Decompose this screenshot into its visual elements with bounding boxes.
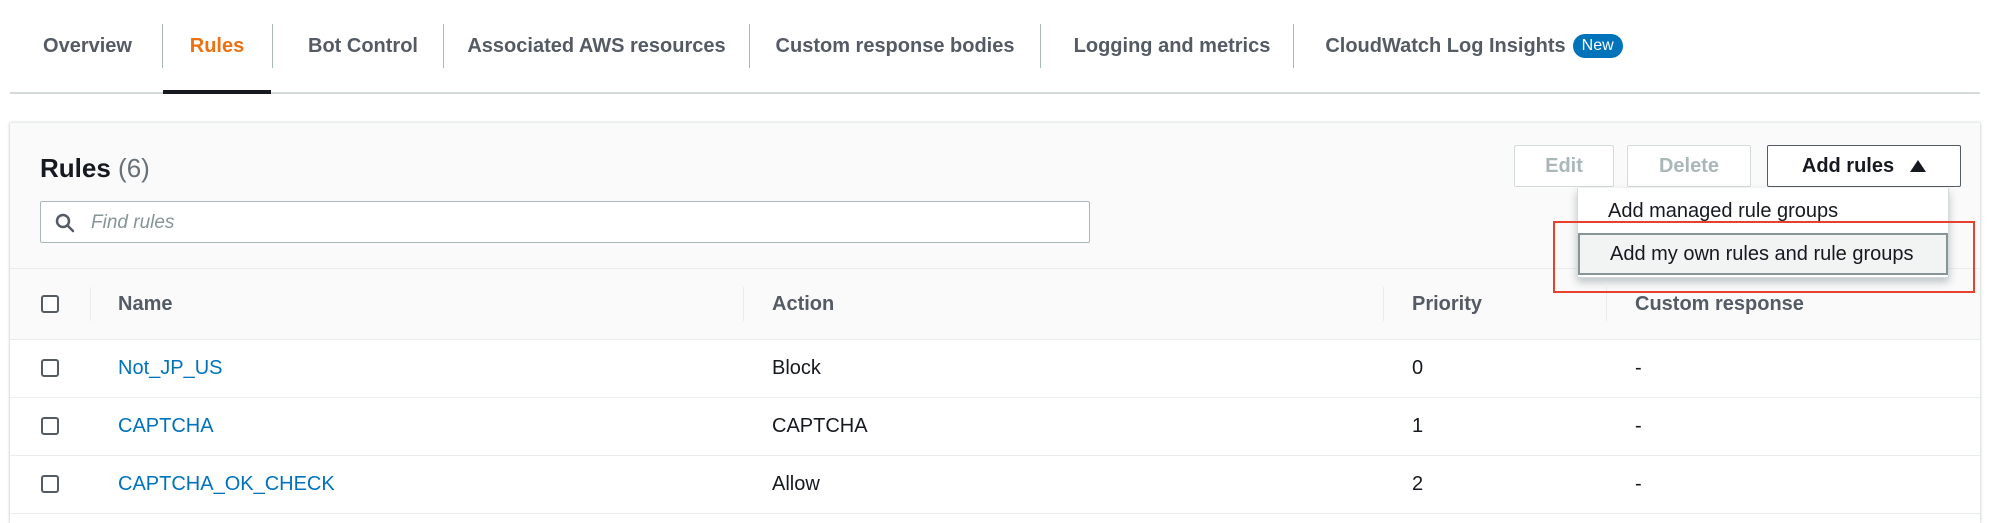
rule-priority: 1 xyxy=(1412,415,1424,437)
table-row: CAPTCHA CAPTCHA 1 - xyxy=(10,398,1980,456)
table-row: Not_JP_US Block 0 - xyxy=(10,340,1980,398)
add-rules-dropdown-menu: Add managed rule groups Add my own rules… xyxy=(1577,188,1949,278)
rules-title-text: Rules xyxy=(40,153,111,183)
tab-overview[interactable]: Overview xyxy=(10,0,165,92)
tab-label: Rules xyxy=(189,34,245,57)
tab-logging-and-metrics[interactable]: Logging and metrics xyxy=(1041,0,1303,92)
tab-rules[interactable]: Rules xyxy=(163,0,271,94)
tab-bot-control[interactable]: Bot Control xyxy=(273,0,453,92)
rule-name-link[interactable]: Not_JP_US xyxy=(118,340,223,397)
row-checkbox[interactable] xyxy=(41,359,59,377)
rule-action: CAPTCHA xyxy=(772,415,868,437)
tab-label: Overview xyxy=(43,34,132,57)
add-rules-button-label: Add rules xyxy=(1801,154,1895,177)
menu-item-add-my-own-rules-and-rule-groups[interactable]: Add my own rules and rule groups xyxy=(1578,233,1948,275)
rule-custom-response: - xyxy=(1635,473,1642,495)
rules-count: (6) xyxy=(118,153,150,183)
column-divider xyxy=(1383,287,1384,321)
tab-label: Custom response bodies xyxy=(775,34,1015,57)
tab-label: Bot Control xyxy=(308,34,418,57)
column-divider xyxy=(743,287,744,321)
tab-label: Logging and metrics xyxy=(1073,34,1271,57)
menu-item-label: Add my own rules and rule groups xyxy=(1610,242,1914,265)
rule-priority: 0 xyxy=(1412,357,1424,379)
delete-button[interactable]: Delete xyxy=(1627,145,1751,187)
column-header-custom-response[interactable]: Custom response xyxy=(1635,269,1804,339)
rule-action: Allow xyxy=(772,473,820,495)
search-field[interactable] xyxy=(40,201,1090,243)
tab-associated-aws-resources[interactable]: Associated AWS resources xyxy=(444,0,749,92)
search-icon xyxy=(55,213,75,233)
edit-button-label: Edit xyxy=(1545,154,1583,177)
menu-item-label: Add managed rule groups xyxy=(1608,199,1839,222)
menu-item-add-managed-rule-groups[interactable]: Add managed rule groups xyxy=(1578,190,1948,232)
rule-custom-response: - xyxy=(1635,357,1642,379)
table-row: CAPTCHA_OK_CHECK Allow 2 - xyxy=(10,456,1980,514)
rule-name-link[interactable]: CAPTCHA xyxy=(118,398,214,455)
rules-container: Rules (6) Edit Delete Add rules Name Act… xyxy=(10,122,1980,523)
column-divider xyxy=(1606,287,1607,321)
search-input[interactable] xyxy=(89,208,1073,238)
tab-label: CloudWatch Log Insights xyxy=(1325,34,1566,57)
column-header-priority[interactable]: Priority xyxy=(1412,269,1482,339)
rule-custom-response: - xyxy=(1635,415,1642,437)
tab-bar: Overview Rules Bot Control Associated AW… xyxy=(10,0,1980,94)
rule-action: Block xyxy=(772,357,821,379)
tab-cloudwatch-log-insights[interactable]: CloudWatch Log Insights New xyxy=(1294,0,1654,92)
tab-label: Associated AWS resources xyxy=(467,34,726,57)
select-all-checkbox[interactable] xyxy=(41,295,59,313)
add-rules-button[interactable]: Add rules xyxy=(1767,145,1961,187)
row-checkbox[interactable] xyxy=(41,417,59,435)
table-header: Name Action Priority Custom response xyxy=(10,269,1980,340)
column-divider xyxy=(90,287,91,321)
rules-title: Rules (6) xyxy=(40,153,150,184)
delete-button-label: Delete xyxy=(1658,154,1720,177)
column-header-name[interactable]: Name xyxy=(118,269,172,339)
column-header-action[interactable]: Action xyxy=(772,269,834,339)
rule-name-link[interactable]: CAPTCHA_OK_CHECK xyxy=(118,456,335,513)
rule-priority: 2 xyxy=(1412,473,1424,495)
caret-up-icon xyxy=(1910,160,1927,172)
new-badge: New xyxy=(1572,34,1623,58)
tab-custom-response-bodies[interactable]: Custom response bodies xyxy=(750,0,1040,92)
edit-button[interactable]: Edit xyxy=(1514,145,1614,187)
row-checkbox[interactable] xyxy=(41,475,59,493)
